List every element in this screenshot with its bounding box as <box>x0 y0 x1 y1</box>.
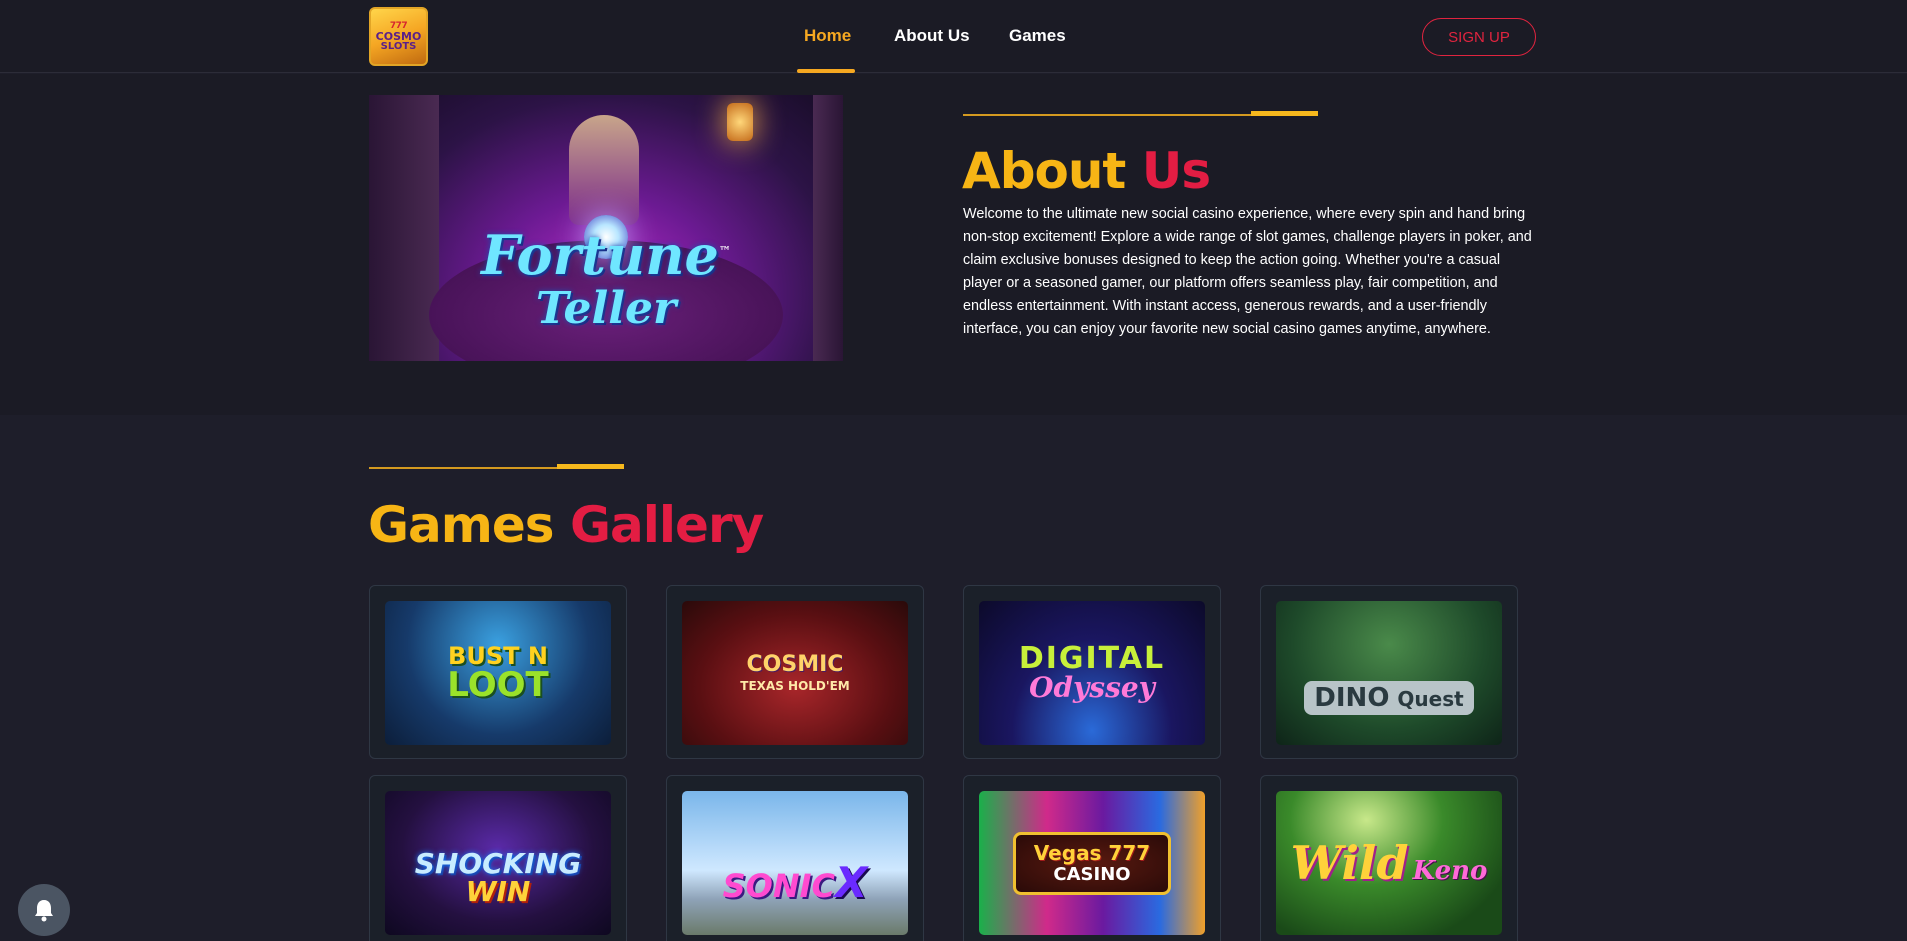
about-heading-part-1: About <box>962 142 1126 200</box>
bell-icon <box>35 900 53 922</box>
game-title-line-1: COSMIC <box>746 652 844 677</box>
hero-lantern <box>727 103 753 141</box>
game-card-shocking-win[interactable]: SHOCKING WIN <box>369 775 627 941</box>
logo-line-3: SLOTS <box>380 41 417 52</box>
about-description: Welcome to the ultimate new social casin… <box>963 206 1532 337</box>
nav-home[interactable]: Home <box>804 26 851 46</box>
game-title-line-1: DIGITAL <box>1018 641 1166 676</box>
cosmo-slots-logo[interactable]: 777 COSMO SLOTS <box>369 7 428 66</box>
sign-up-button[interactable]: SIGN UP <box>1422 18 1536 56</box>
game-card-vegas-777-casino[interactable]: Vegas 777 CASINO <box>963 775 1221 941</box>
game-title-line-1: Vegas 777 <box>1033 840 1151 865</box>
about-divider-accent <box>1251 111 1318 116</box>
nav-games[interactable]: Games <box>1009 26 1066 46</box>
nav-active-indicator <box>797 69 855 73</box>
dino-quest-thumbnail: DINO Quest <box>1276 601 1502 745</box>
gallery-heading: Games Gallery <box>368 496 764 554</box>
vegas-777-casino-thumbnail: Vegas 777 CASINO <box>979 791 1205 935</box>
shocking-win-thumbnail: SHOCKING WIN <box>385 791 611 935</box>
about-section <box>0 74 1907 415</box>
cosmic-texas-holdem-thumbnail: COSMIC TEXAS HOLD'EM <box>682 601 908 745</box>
game-title-line-2: CASINO <box>1053 863 1131 885</box>
site-header: 777 COSMO SLOTS Home About Us Games SIGN… <box>0 0 1907 73</box>
gallery-heading-part-2: Gallery <box>569 496 764 554</box>
hero-title-line-2: Teller <box>535 283 677 334</box>
sonic-x-thumbnail: SONIC X <box>682 791 908 935</box>
hero-title-line-1: Fortune™ <box>481 223 731 287</box>
game-title-line-2: Quest <box>1397 687 1464 711</box>
game-title-line-1: SONIC <box>722 867 836 905</box>
about-heading: About Us <box>962 142 1211 200</box>
game-title-line-2: X <box>835 858 868 907</box>
about-heading-part-2: Us <box>1141 142 1211 200</box>
game-card-bust-n-loot[interactable]: BUST N LOOT <box>369 585 627 759</box>
game-card-digital-odyssey[interactable]: DIGITAL Odyssey <box>963 585 1221 759</box>
digital-odyssey-thumbnail: DIGITAL Odyssey <box>979 601 1205 745</box>
game-title-line-1: DINO <box>1314 683 1390 713</box>
game-title-line-2: Keno <box>1412 856 1488 886</box>
notification-bell-button[interactable] <box>18 884 70 936</box>
game-title-line-2: Odyssey <box>1029 671 1155 704</box>
game-card-wild-keno[interactable]: Wild Keno <box>1260 775 1518 941</box>
game-card-sonic-x[interactable]: SONIC X <box>666 775 924 941</box>
bust-n-loot-thumbnail: BUST N LOOT <box>385 601 611 745</box>
game-title-line-2: TEXAS HOLD'EM <box>740 679 850 693</box>
game-title-line-2: WIN <box>465 875 531 908</box>
game-card-dino-quest[interactable]: DINO Quest <box>1260 585 1518 759</box>
game-card-cosmic-texas-holdem[interactable]: COSMIC TEXAS HOLD'EM <box>666 585 924 759</box>
gallery-divider-accent <box>557 464 624 469</box>
hero-trademark: ™ <box>718 244 731 258</box>
game-title-line-1: SHOCKING <box>414 847 582 880</box>
hero-fortune-teller-figure <box>569 115 639 225</box>
fortune-teller-hero-image: Fortune™ Teller <box>369 95 843 361</box>
nav-about-us[interactable]: About Us <box>894 26 970 46</box>
game-title-line-2: LOOT <box>447 665 549 705</box>
game-title-line-1: Wild <box>1290 836 1409 890</box>
gallery-heading-part-1: Games <box>368 496 555 554</box>
games-gallery-section <box>0 415 1907 941</box>
wild-keno-thumbnail: Wild Keno <box>1276 791 1502 935</box>
